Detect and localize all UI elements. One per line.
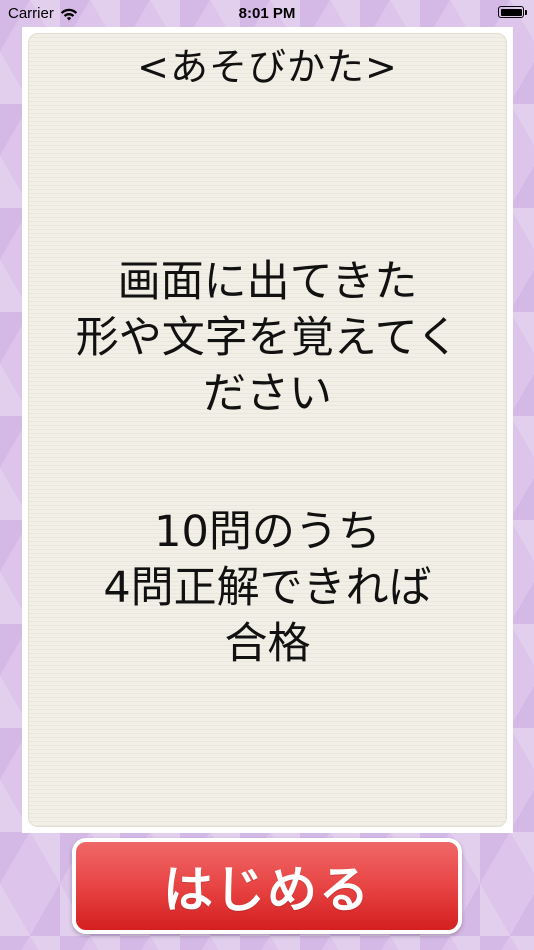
card-title: <あそびかた> (137, 45, 398, 89)
instructions-card-frame: <あそびかた> 画面に出てきた 形や文字を覚えてく ださい 10問のうち 4問正… (22, 27, 513, 833)
battery-icon (498, 6, 527, 18)
rules-text: 10問のうち 4問正解できれば 合格 (29, 504, 506, 672)
instruction-line: ださい (203, 369, 332, 419)
battery-tip (525, 10, 527, 15)
start-button[interactable]: はじめる (72, 838, 462, 934)
rule-line: 4問正解できれば (103, 563, 432, 613)
status-bar: Carrier 8:01 PM (0, 0, 534, 26)
status-time: 8:01 PM (238, 5, 296, 22)
rule-line: 10問のうち (154, 507, 381, 557)
instructions-text: 画面に出てきた 形や文字を覚えてく ださい (29, 254, 506, 422)
rule-line: 合格 (224, 619, 311, 669)
instructions-card: <あそびかた> 画面に出てきた 形や文字を覚えてく ださい 10問のうち 4問正… (28, 33, 507, 827)
instruction-line: 画面に出てきた (117, 257, 418, 307)
battery-level (500, 8, 522, 16)
start-button-label: はじめる (163, 861, 371, 919)
instruction-line: 形や文字を覚えてく (75, 313, 460, 363)
